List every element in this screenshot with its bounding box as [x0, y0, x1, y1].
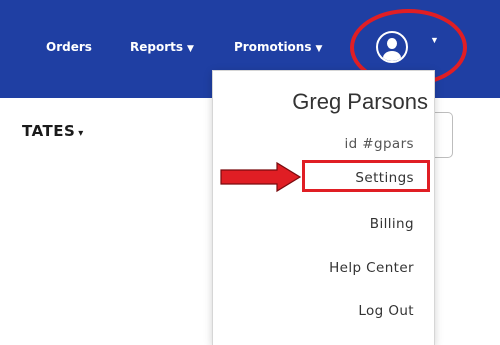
caret-down-icon: ▼ [315, 44, 323, 54]
nav-orders-label: Orders [46, 40, 92, 54]
caret-down-icon: ▾ [78, 128, 84, 139]
states-dropdown[interactable]: TATES ▾ [22, 122, 84, 140]
nav-promotions-label: Promotions [234, 40, 312, 54]
nav-reports-label: Reports [130, 40, 184, 54]
right-arrow-icon [220, 161, 302, 193]
menu-item-help-center[interactable]: Help Center [329, 260, 414, 276]
user-id: id #gpars [344, 136, 414, 152]
nav-orders[interactable]: Orders [46, 40, 92, 54]
states-dropdown-label: TATES [22, 122, 76, 140]
account-dropdown-menu: Greg Parsons id #gpars Settings Billing … [212, 70, 435, 345]
menu-item-billing[interactable]: Billing [370, 216, 414, 232]
user-name: Greg Parsons [292, 89, 428, 114]
caret-down-icon: ▼ [187, 44, 194, 54]
annotation-highlight-box [302, 160, 430, 192]
nav-promotions[interactable]: Promotions ▼ [234, 40, 322, 54]
menu-item-log-out[interactable]: Log Out [358, 303, 414, 319]
nav-reports[interactable]: Reports ▼ [130, 40, 194, 54]
